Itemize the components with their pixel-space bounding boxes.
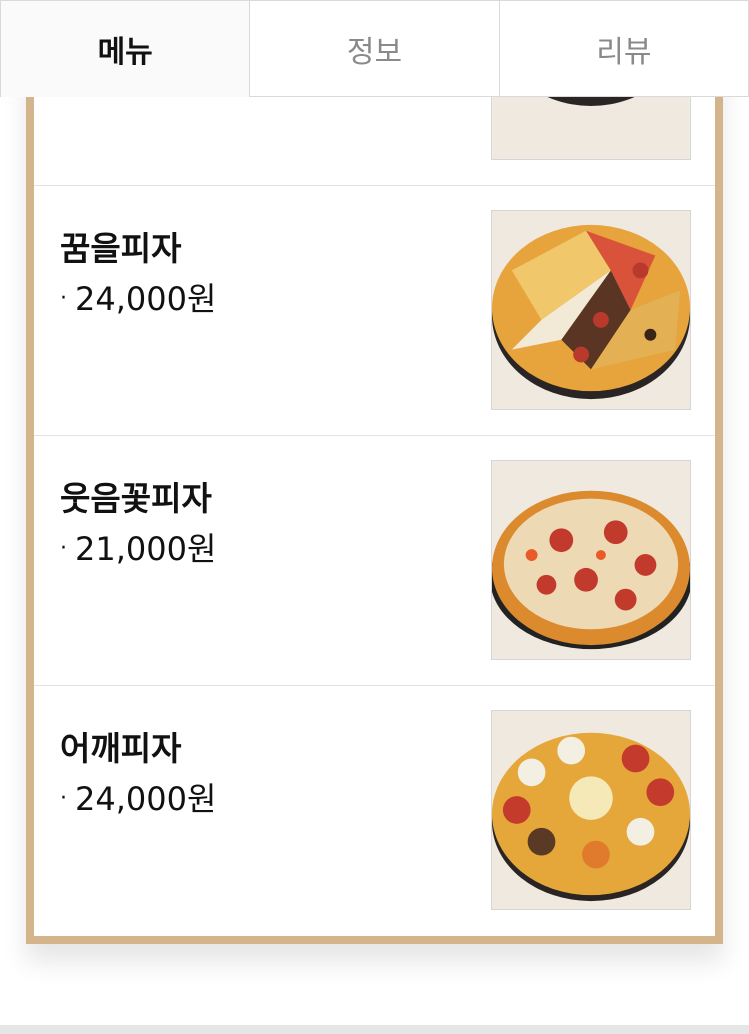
menu-item[interactable]: 어깨피자 · 24,000원 bbox=[34, 686, 715, 936]
pepperoni-pizza-photo bbox=[491, 460, 691, 660]
menu-item-name: 꿈을피자 bbox=[60, 229, 182, 268]
combination-pizza-photo bbox=[491, 210, 691, 410]
menu-item-price-value: 21,000원 bbox=[75, 530, 217, 568]
menu-item-price: · 21,000원 bbox=[60, 524, 216, 570]
tab-menu[interactable]: 메뉴 bbox=[0, 0, 251, 97]
tab-reviews[interactable]: 리뷰 bbox=[499, 0, 749, 97]
cheese-topping-pizza-photo bbox=[491, 710, 691, 910]
bullet: · bbox=[60, 536, 67, 561]
bullet: · bbox=[60, 286, 67, 311]
menu-item-price-value: 24,000원 bbox=[75, 280, 217, 318]
bottom-divider bbox=[0, 1025, 749, 1034]
menu-item[interactable]: 꿈을피자 · 24,000원 bbox=[34, 186, 715, 436]
menu-item-price: · 24,000원 bbox=[60, 274, 216, 320]
menu-item[interactable]: 웃음꽃피자 · 21,000원 bbox=[34, 436, 715, 686]
menu-item-name: 웃음꽃피자 bbox=[60, 479, 212, 518]
bullet: · bbox=[60, 786, 67, 811]
menu-list: 꿈을피자 · 24,000원 웃음꽃피자 · 21,000원 어깨피자 · 24… bbox=[26, 54, 723, 944]
tab-info[interactable]: 정보 bbox=[250, 0, 500, 97]
menu-item-price-value: 24,000원 bbox=[75, 780, 217, 818]
tab-bar: 메뉴 정보 리뷰 bbox=[0, 0, 749, 97]
menu-item-price: · 24,000원 bbox=[60, 774, 216, 820]
menu-item-name: 어깨피자 bbox=[60, 729, 182, 768]
